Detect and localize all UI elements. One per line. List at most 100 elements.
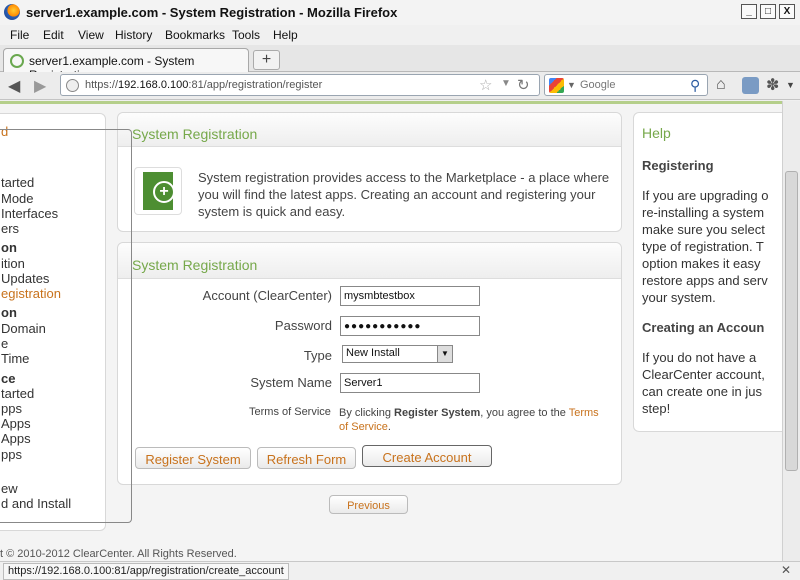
forward-arrow-icon[interactable]: ▶ [34, 76, 46, 96]
sidebar-item-dns-servers[interactable]: ers [1, 221, 19, 236]
url-host: 192.168.0.100 [118, 79, 189, 91]
close-window-button[interactable]: X [779, 4, 795, 19]
window-titlebar: server1.example.com - System Registratio… [0, 0, 800, 26]
sidebar-item-network-interfaces[interactable]: Interfaces [1, 206, 58, 221]
url-path: :81/app/registration/register [188, 79, 323, 91]
sidebar-item-internet-domain[interactable]: Domain [1, 321, 46, 336]
help-heading-registering: Registering [642, 158, 714, 173]
header-accent-line [0, 101, 782, 104]
tos-bold: Register System [394, 407, 481, 419]
scrollbar-thumb[interactable] [785, 171, 798, 471]
google-icon[interactable] [549, 78, 564, 93]
sidebar-item-hostname[interactable]: e [1, 336, 8, 351]
help-panel: Help Registering If you are upgrading o … [633, 112, 782, 432]
marketplace-icon: + [134, 167, 182, 215]
type-select-value: New Install [346, 347, 400, 359]
sidebar-item-edition[interactable]: ition [1, 256, 25, 271]
url-scheme: https:// [85, 79, 119, 91]
minimize-button[interactable]: _ [741, 4, 757, 19]
url-dropdown-icon[interactable]: ▼ [501, 78, 511, 89]
sidebar-item-system-registration[interactable]: egistration [1, 286, 61, 301]
sidebar-item-marketplace-getting-started[interactable]: tarted [1, 386, 34, 401]
menu-help[interactable]: Help [273, 28, 298, 42]
help-body-create-account: If you do not have a ClearCenter account… [642, 350, 765, 416]
sidebar-section-registration: on [1, 240, 17, 255]
password-field[interactable] [340, 316, 480, 336]
sidebar-section-marketplace: ce [1, 371, 16, 386]
close-icon[interactable]: ✕ [781, 563, 791, 577]
sidebar-item-select-apps[interactable]: pps [1, 401, 22, 416]
reload-icon[interactable]: ↻ [517, 76, 530, 94]
toolbar-menu-dropdown-icon[interactable]: ▼ [786, 80, 795, 90]
tos-label: Terms of Service [249, 406, 331, 418]
tos-link-continued[interactable]: of Service [339, 421, 388, 433]
home-icon[interactable]: ⌂ [716, 76, 726, 94]
menu-bookmarks[interactable]: Bookmarks [165, 28, 225, 42]
status-url: https://192.168.0.100:81/app/registratio… [3, 563, 289, 580]
form-title: System Registration [132, 257, 258, 273]
bookmark-star-icon[interactable]: ☆ [479, 76, 492, 94]
account-label: Account (ClearCenter) [202, 288, 332, 303]
menu-bar: File Edit View History Bookmarks Tools H… [0, 25, 800, 45]
help-body-registering: If you are upgrading o re-installing a s… [642, 188, 769, 305]
page-content: d tarted Mode Interfaces ers on ition Up… [0, 101, 782, 561]
menu-edit[interactable]: Edit [43, 28, 64, 42]
new-tab-button[interactable]: + [253, 50, 280, 70]
menu-file[interactable]: File [10, 28, 29, 42]
tos-link[interactable]: Terms [569, 407, 599, 419]
url-bar[interactable]: https://192.168.0.100:81/app/registratio… [60, 74, 540, 96]
url-text: https://192.168.0.100:81/app/registratio… [85, 79, 322, 91]
menu-history[interactable]: History [115, 28, 152, 42]
vertical-scrollbar[interactable] [782, 101, 800, 561]
sidebar-item-review[interactable]: ew [1, 481, 18, 496]
tos-middle: , you agree to the [480, 407, 569, 419]
intro-text: System registration provides access to t… [198, 170, 610, 219]
maximize-button[interactable]: □ [760, 4, 776, 19]
sidebar-item-network-mode[interactable]: Mode [1, 191, 34, 206]
search-engine-dropdown-icon[interactable]: ▼ [567, 80, 576, 90]
tab-system-registration[interactable]: server1.example.com - System Registratio… [3, 48, 249, 82]
intro-panel: System Registration + System registratio… [117, 112, 622, 232]
sidebar-heading: d [1, 124, 9, 139]
menu-view[interactable]: View [78, 28, 104, 42]
window-title: server1.example.com - System Registratio… [26, 5, 398, 20]
search-input[interactable]: Google [580, 79, 615, 91]
search-icon[interactable]: ⚲ [690, 77, 700, 94]
bookmark-ribbon-icon: + [143, 172, 175, 210]
firefox-icon [4, 4, 20, 20]
navigation-bar: ◀ ▶ https://192.168.0.100:81/app/registr… [0, 72, 800, 100]
refresh-form-button[interactable]: Refresh Form [257, 447, 356, 469]
sidebar-item-gateway-apps[interactable]: pps [1, 447, 22, 462]
type-select[interactable]: New Install ▼ [342, 345, 453, 363]
sidebar-item-download-install[interactable]: d and Install [1, 496, 71, 511]
password-label: Password [274, 318, 332, 333]
sidebar-item-date-time[interactable]: Time [1, 351, 29, 366]
sidebar-item-getting-started[interactable]: tarted [1, 175, 34, 190]
previous-button[interactable]: Previous [329, 495, 408, 514]
status-bar: https://192.168.0.100:81/app/registratio… [0, 561, 800, 580]
registration-form-panel: System Registration Account (ClearCenter… [117, 242, 622, 485]
search-bar[interactable]: ▼ Google ⚲ [544, 74, 708, 96]
system-name-field[interactable] [340, 373, 480, 393]
sidebar-item-network-apps[interactable]: Apps [1, 431, 31, 446]
type-label: Type [303, 348, 332, 363]
site-identity-icon[interactable] [66, 79, 79, 92]
sidebar-nav: d tarted Mode Interfaces ers on ition Up… [0, 113, 106, 531]
copyright-text: t © 2010-2012 ClearCenter. All Rights Re… [0, 548, 237, 560]
register-system-button[interactable]: Register System [135, 447, 251, 469]
tos-prefix: By clicking [339, 407, 395, 419]
sidebar-item-server-apps[interactable]: Apps [1, 416, 31, 431]
help-title: Help [642, 125, 671, 141]
sidebar-section-configuration: on [1, 305, 17, 320]
menu-tools[interactable]: Tools [232, 28, 260, 42]
back-arrow-icon[interactable]: ◀ [8, 76, 20, 96]
tos-suffix: . [387, 421, 391, 433]
account-field[interactable] [340, 286, 480, 306]
bug-icon[interactable]: ✽ [766, 75, 779, 95]
create-account-button[interactable]: Create Account [362, 445, 492, 467]
tab-bar: server1.example.com - System Registratio… [0, 45, 800, 82]
sidebar-item-system-updates[interactable]: Updates [1, 271, 49, 286]
chevron-down-icon[interactable]: ▼ [437, 346, 452, 362]
addon-avatar-icon[interactable] [742, 77, 759, 94]
clearos-favicon-icon [10, 54, 24, 68]
